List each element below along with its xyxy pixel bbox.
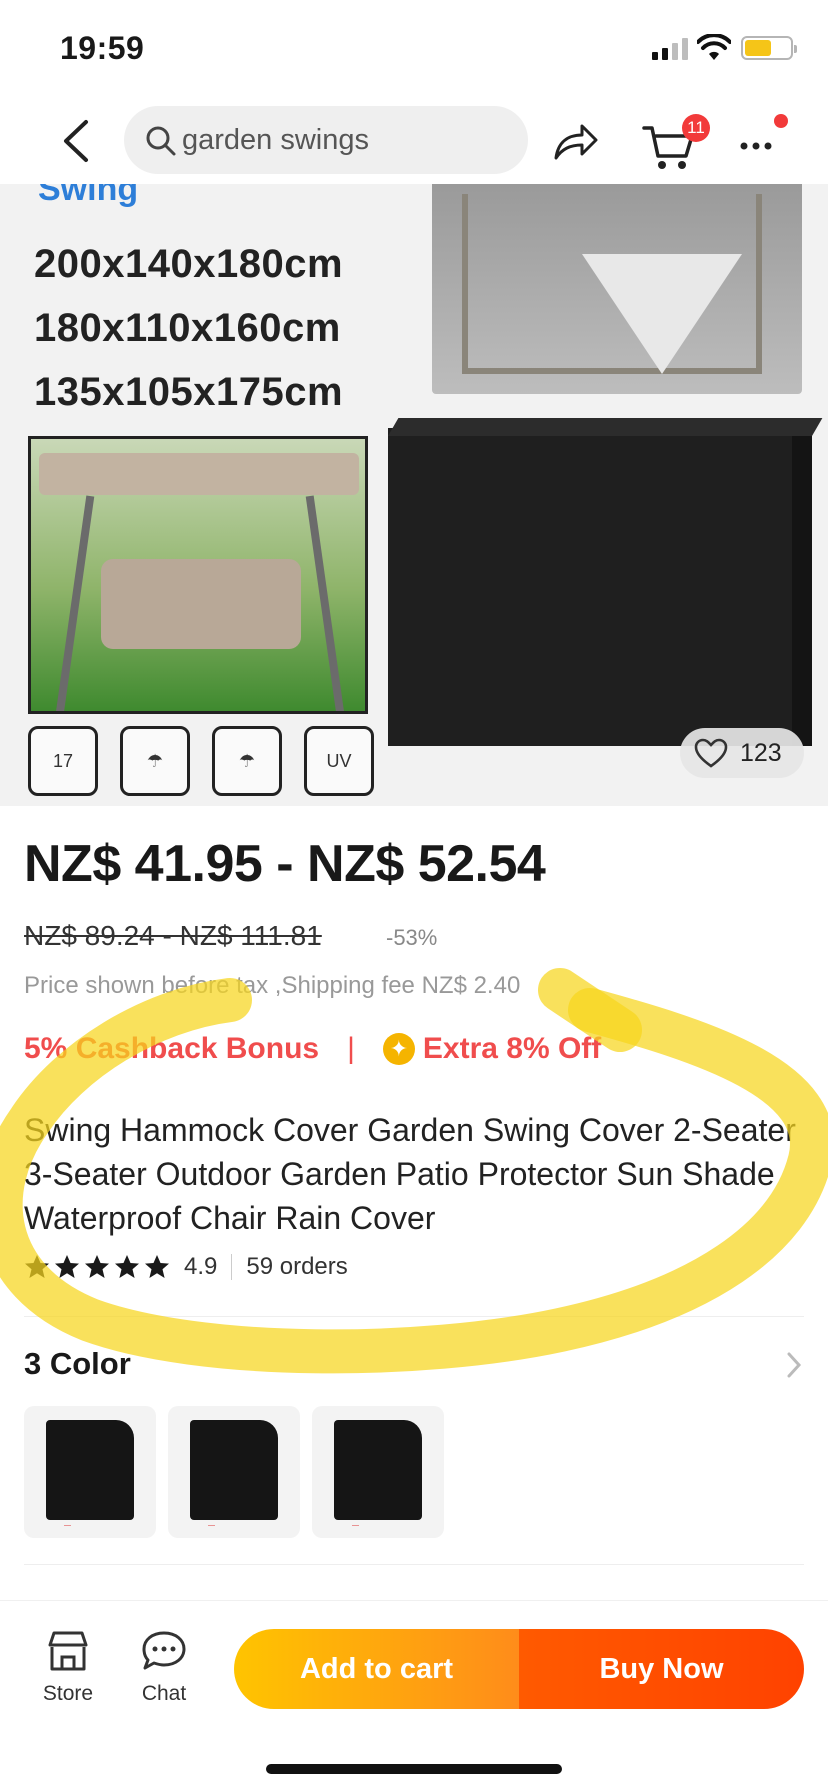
chevron-right-icon[interactable] bbox=[784, 1350, 804, 1380]
price-range: NZ$ 41.95 - NZ$ 52.54 bbox=[24, 835, 546, 893]
chat-icon bbox=[142, 1631, 186, 1670]
search-icon bbox=[146, 126, 176, 156]
search-input[interactable]: garden swings bbox=[124, 106, 528, 174]
cta-group: Add to cart Buy Now bbox=[234, 1629, 804, 1709]
color-swatch[interactable]: — bbox=[24, 1406, 156, 1538]
extra-discount[interactable]: Extra 8% Off bbox=[423, 1032, 601, 1066]
dimension-line: 180x110x160cm bbox=[34, 306, 341, 350]
chat-label: Chat bbox=[141, 1682, 187, 1705]
product-title: Swing Hammock Cover Garden Swing Cover 2… bbox=[24, 1112, 796, 1236]
wishlist-button[interactable]: 123 bbox=[680, 728, 804, 778]
divider bbox=[24, 1316, 804, 1317]
search-query: garden swings bbox=[182, 124, 369, 156]
buy-now-button[interactable]: Buy Now bbox=[519, 1629, 804, 1709]
durability-icon: 17 bbox=[28, 726, 98, 796]
waterproof-umbrella-icon: ☂ bbox=[120, 726, 190, 796]
notification-dot bbox=[774, 114, 788, 128]
discount-percent: -53% bbox=[386, 925, 438, 950]
cart-count-badge: 11 bbox=[682, 114, 710, 142]
color-swatch[interactable]: — bbox=[168, 1406, 300, 1538]
black-cover-photo bbox=[388, 428, 812, 746]
nav-bar: garden swings 11 bbox=[0, 100, 828, 184]
add-to-cart-button[interactable]: Add to cart bbox=[234, 1629, 519, 1709]
color-swatch[interactable]: — bbox=[312, 1406, 444, 1538]
uv-protection-icon: UV bbox=[304, 726, 374, 796]
signal-icon bbox=[652, 38, 688, 60]
windproof-umbrella-icon: ☂ bbox=[212, 726, 282, 796]
like-count: 123 bbox=[740, 738, 782, 767]
status-bar: 19:59 bbox=[0, 0, 828, 100]
status-time: 19:59 bbox=[60, 30, 145, 66]
cashback-bonus[interactable]: 5% Cashback Bonus bbox=[24, 1032, 319, 1066]
image-dimensions: 200x140x180cm 180x110x160cm 135x105x175c… bbox=[34, 232, 343, 424]
tax-shipping-note: Price shown before tax ,Shipping fee NZ$… bbox=[24, 972, 521, 999]
store-tab[interactable]: Store bbox=[28, 1629, 108, 1706]
plus-badge-icon: ✦ bbox=[382, 1033, 415, 1065]
star-icon bbox=[145, 1255, 169, 1278]
home-indicator[interactable] bbox=[266, 1764, 562, 1774]
battery-icon bbox=[741, 36, 797, 60]
star-icon bbox=[25, 1255, 49, 1278]
image-swing-label: Swing bbox=[38, 184, 139, 208]
more-button[interactable] bbox=[732, 114, 792, 170]
color-swatches: — — — bbox=[24, 1406, 444, 1538]
color-section-title[interactable]: 3 Color bbox=[24, 1346, 131, 1382]
dimension-line: 135x105x175cm bbox=[34, 370, 344, 414]
star-icon bbox=[85, 1255, 109, 1278]
store-icon bbox=[48, 1631, 88, 1671]
covered-swing-photo bbox=[432, 184, 802, 394]
rating-divider bbox=[231, 1254, 233, 1280]
garden-swing-photo bbox=[28, 436, 368, 714]
orders-count: 59 orders bbox=[246, 1253, 348, 1280]
rating-value: 4.9 bbox=[184, 1253, 218, 1280]
cart-button[interactable]: 11 bbox=[640, 114, 710, 174]
heart-icon bbox=[694, 738, 728, 768]
original-price: NZ$ 89.24 - NZ$ 111.81 bbox=[24, 920, 322, 951]
rating-row[interactable]: 4.9 59 orders bbox=[24, 1250, 348, 1284]
wifi-icon bbox=[697, 34, 731, 60]
chat-tab[interactable]: Chat bbox=[124, 1629, 204, 1706]
star-icon bbox=[55, 1255, 79, 1278]
promo-row[interactable]: 5% Cashback Bonus | ✦ Extra 8% Off bbox=[24, 1032, 601, 1066]
store-label: Store bbox=[42, 1682, 94, 1705]
rating-stars bbox=[24, 1254, 170, 1280]
promo-separator: | bbox=[347, 1032, 355, 1065]
feature-icons: 17 ☂ ☂ UV bbox=[28, 726, 374, 796]
dimension-line: 200x140x180cm bbox=[34, 242, 344, 286]
share-icon[interactable] bbox=[552, 120, 600, 162]
product-image[interactable]: Swing 200x140x180cm 180x110x160cm 135x10… bbox=[0, 184, 828, 806]
star-icon bbox=[115, 1255, 139, 1278]
divider bbox=[24, 1564, 804, 1565]
back-icon[interactable] bbox=[56, 116, 96, 166]
